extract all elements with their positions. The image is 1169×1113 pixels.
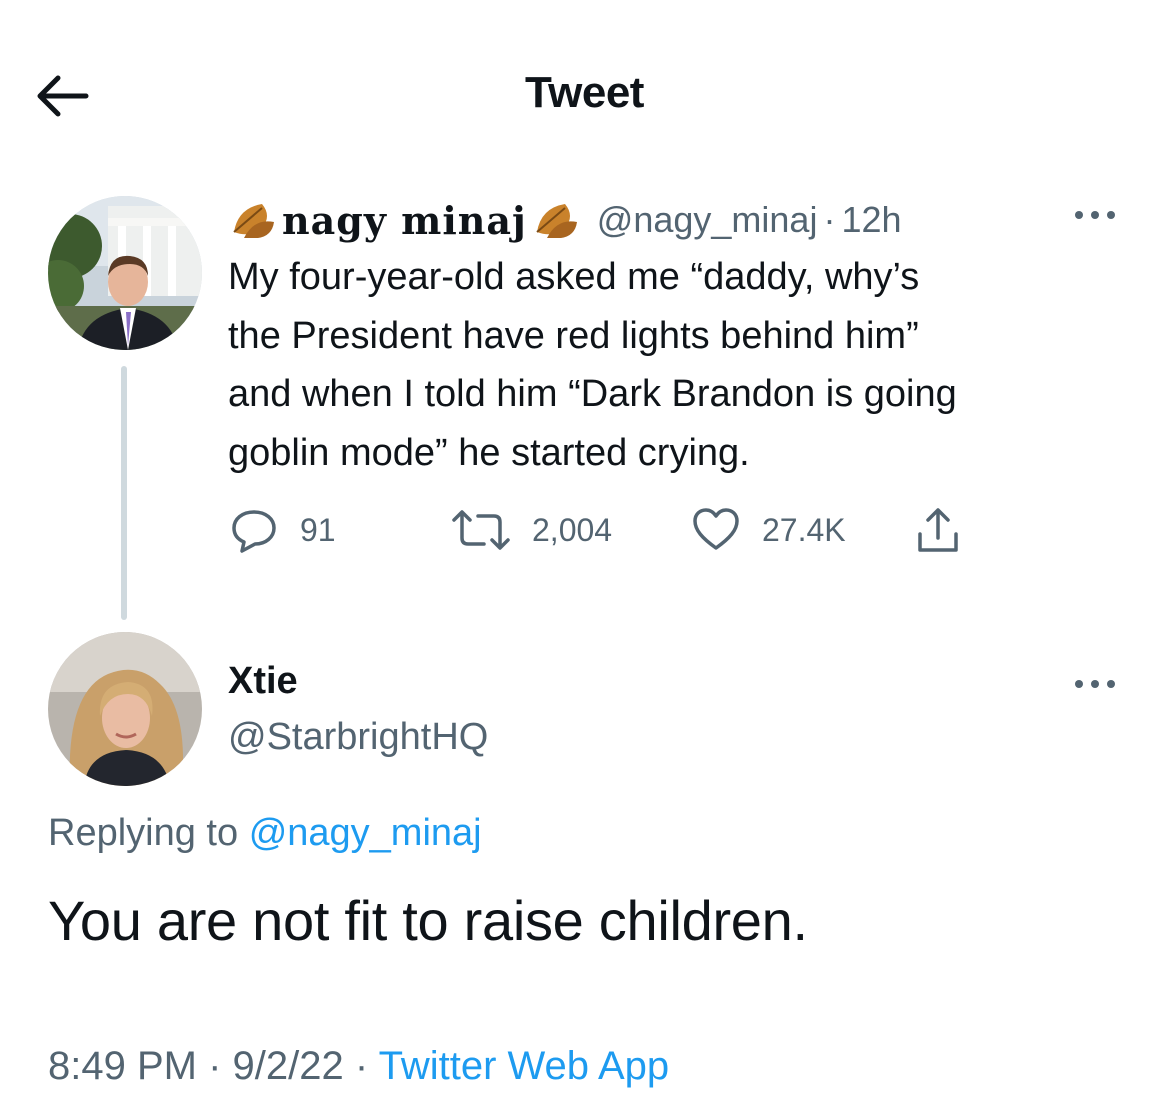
share-icon [918,508,958,552]
retweet-icon [452,510,510,550]
like-count: 27.4K [762,511,846,548]
tweet-text-line: and when I told him “Dark Brandon is goi… [228,373,957,415]
reply-count: 91 [300,511,336,548]
more-horizontal-icon [1075,211,1115,219]
page-title: Tweet [525,68,644,117]
tweet-text-line: goblin mode” he started crying. [228,431,750,474]
more-options-button[interactable] [1072,672,1118,696]
heart-icon [693,508,739,550]
reply-icon [232,510,276,553]
more-options-button[interactable] [1072,203,1118,227]
separator-dot: · [208,1044,222,1088]
fallen-leaf-icon [233,204,274,238]
more-horizontal-icon [1075,680,1115,688]
tweet-time[interactable]: 12h [841,199,901,241]
display-name[interactable]: nagy minaj [282,198,527,243]
avatar-nagy-minaj[interactable] [48,196,202,350]
reply-button[interactable]: 91 [228,504,336,556]
like-button[interactable]: 27.4K [690,504,846,556]
tweet-date[interactable]: 9/2/22 [233,1044,344,1088]
fallen-leaf-icon [536,204,577,238]
replying-to: Replying to @nagy_minaj [48,812,482,855]
tweet-author-row: nagy minaj @nagy_minaj · 12h [228,196,902,244]
user-handle[interactable]: @nagy_minaj [597,199,818,241]
tweet-time[interactable]: 8:49 PM [48,1044,197,1088]
share-button[interactable] [912,504,964,556]
user-handle[interactable]: @StarbrightHQ [228,716,488,759]
avatar-photo [48,196,202,350]
tweet-text: My four-year-old asked me “daddy, why’s … [228,248,1128,482]
tweet-source-link[interactable]: Twitter Web App [379,1044,670,1088]
retweet-count: 2,004 [532,511,613,548]
tweet-meta: 8:49 PM · 9/2/22 · Twitter Web App [48,1044,669,1089]
replying-prefix: Replying to [48,812,239,854]
separator-dot: · [354,1044,369,1088]
thread-line [121,366,127,620]
separator-dot: · [823,199,836,240]
tweet-text-line: My four-year-old asked me “daddy, why’s [228,256,920,298]
reply-text: You are not fit to raise children. [48,889,808,952]
tweet-text-line: the President have red lights behind him… [228,314,919,357]
retweet-button[interactable]: 2,004 [450,504,612,556]
avatar-xtie[interactable] [48,632,202,786]
display-name[interactable]: Xtie [228,660,298,703]
avatar-photo [48,632,202,786]
replying-to-link[interactable]: @nagy_minaj [249,812,482,854]
